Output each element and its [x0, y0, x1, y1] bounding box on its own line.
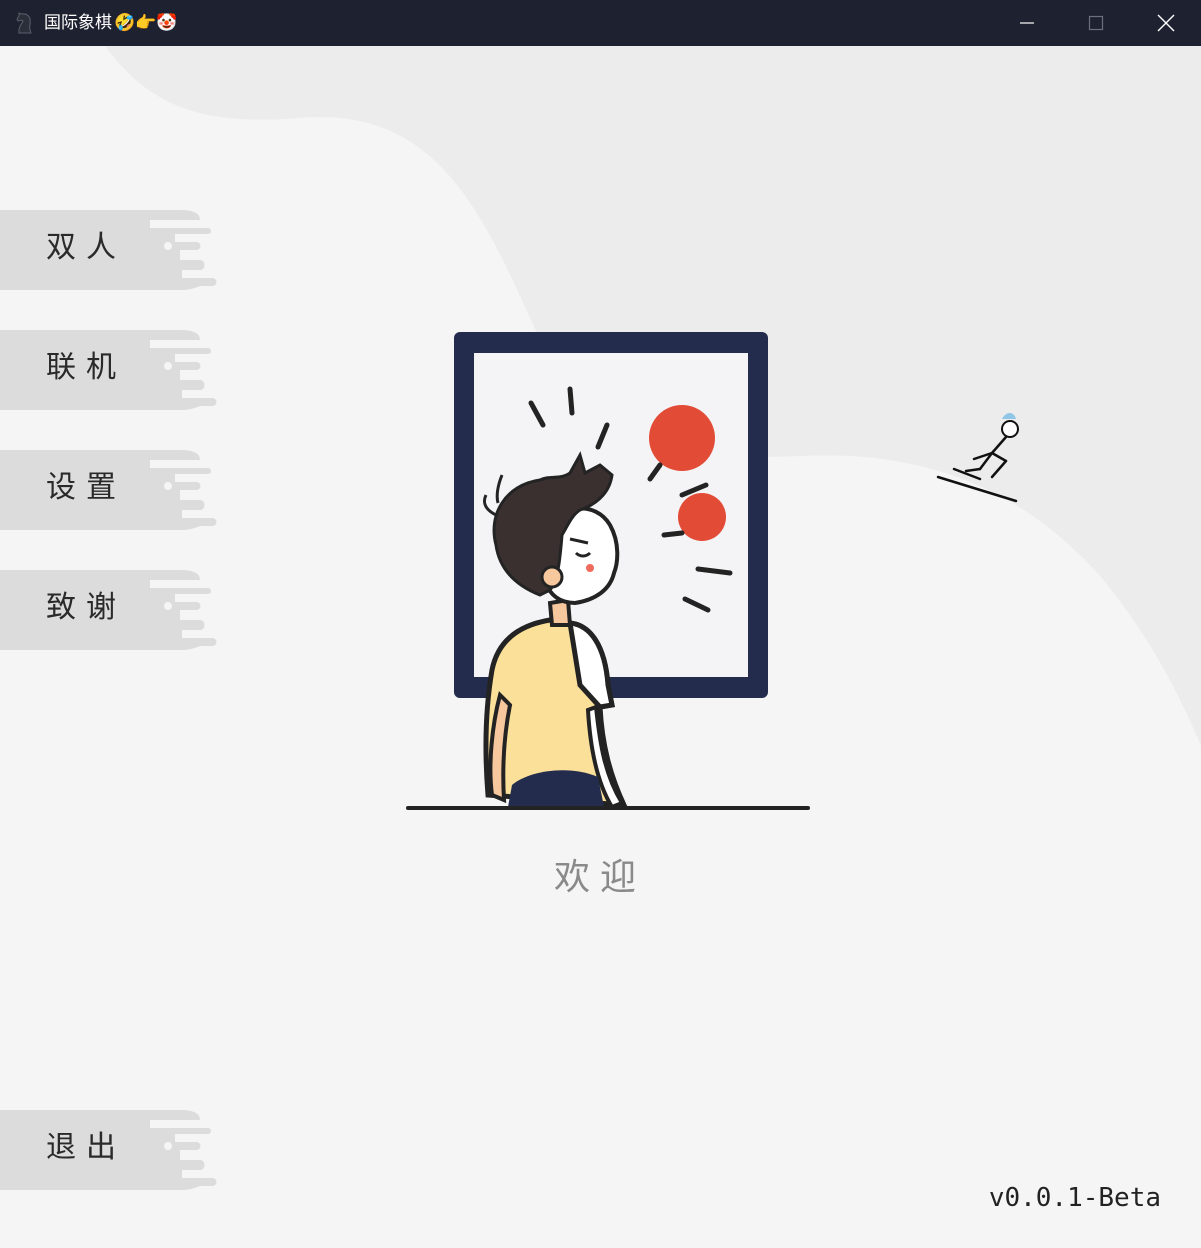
chess-knight-icon [16, 12, 32, 34]
maximize-button[interactable] [1061, 0, 1131, 46]
menu-label: 联机 [46, 350, 126, 385]
menu-button-online[interactable]: 联机 [0, 328, 220, 412]
title-text: 国际象棋 [44, 13, 112, 33]
menu-button-two-player[interactable]: 双人 [0, 208, 220, 292]
menu-label: 设置 [46, 470, 126, 505]
menu-label: 致谢 [46, 590, 126, 625]
title-emoji: 🤣👉🤡 [114, 13, 178, 33]
menu-label: 退出 [46, 1130, 126, 1165]
version-label: v0.0.1-Beta [988, 1183, 1161, 1213]
menu-label: 双人 [46, 230, 126, 265]
skier-icon [936, 413, 1019, 503]
minimize-icon [1020, 22, 1034, 24]
close-button[interactable] [1131, 0, 1201, 46]
minimize-button[interactable] [992, 0, 1062, 46]
menu-button-credits[interactable]: 致谢 [0, 568, 220, 652]
title-bar: 国际象棋 🤣👉🤡 [0, 0, 1201, 46]
maximize-icon [1088, 15, 1104, 31]
welcome-text: 欢迎 [553, 857, 646, 898]
close-icon [1157, 14, 1175, 32]
welcome-illustration [406, 332, 810, 810]
app-window: 国际象棋 🤣👉🤡 双人 联机 设置 致谢 退出 欢迎 v0.0.1-Beta [0, 0, 1201, 1248]
menu-button-settings[interactable]: 设置 [0, 448, 220, 532]
menu-button-exit[interactable]: 退出 [0, 1108, 220, 1192]
window-title: 国际象棋 🤣👉🤡 [44, 11, 178, 35]
